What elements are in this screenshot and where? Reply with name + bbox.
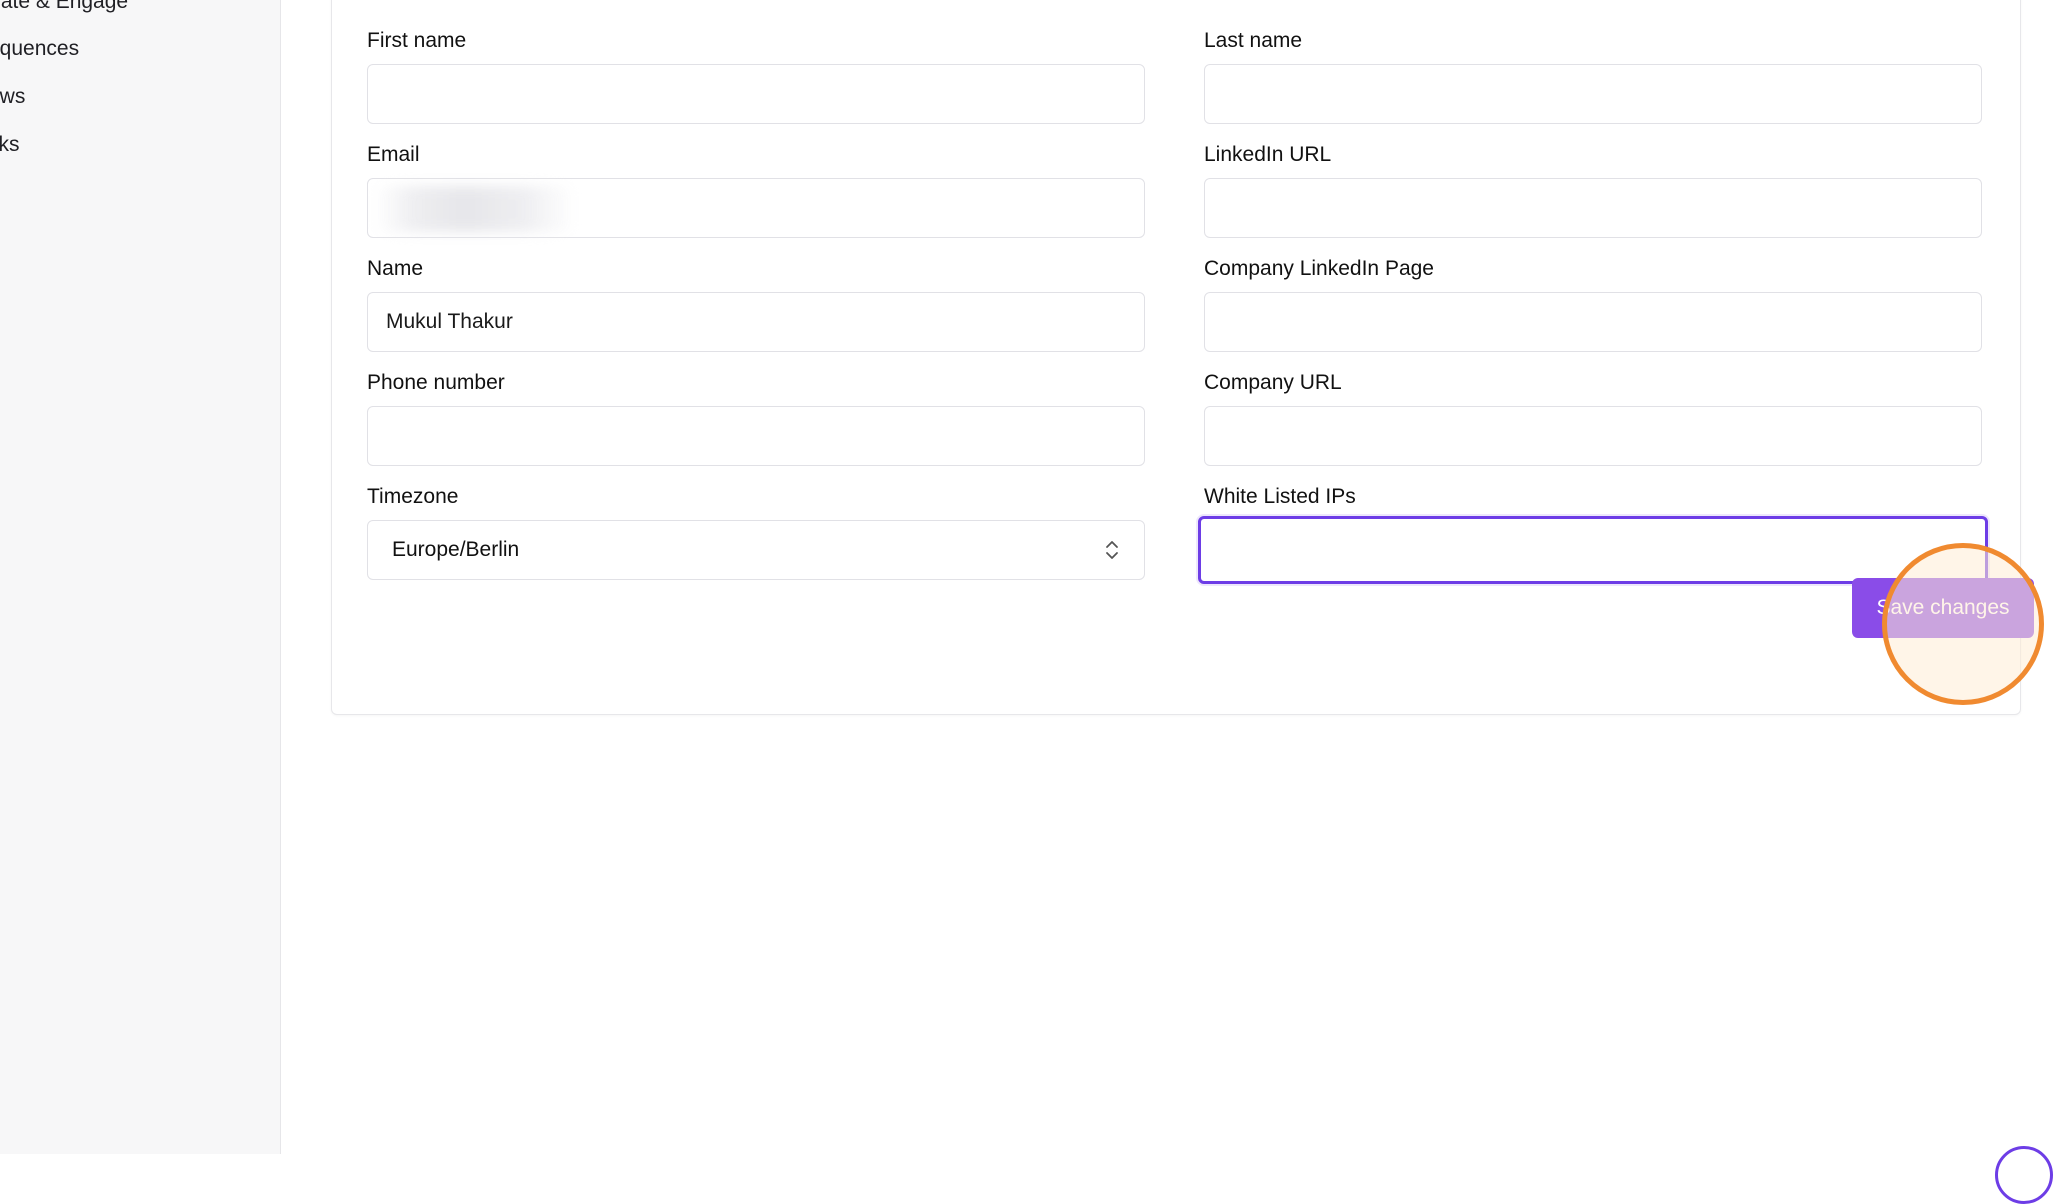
company-url-label: Company URL [1204, 371, 1982, 395]
redacted-email-value [375, 186, 575, 232]
sidebar-item-sequences[interactable]: equences [0, 37, 79, 61]
first-name-input[interactable] [367, 64, 1145, 124]
sidebar-item-orchestrate-engage[interactable]: trate & Engage [0, 0, 128, 14]
name-input[interactable] [367, 292, 1145, 352]
phone-number-field: Phone number [367, 371, 1145, 466]
email-field: Email [367, 143, 1145, 238]
company-linkedin-page-input[interactable] [1204, 292, 1982, 352]
white-listed-ips-input[interactable] [1198, 516, 1988, 584]
company-url-input[interactable] [1204, 406, 1982, 466]
chevron-up-down-icon [1104, 539, 1120, 561]
main-content: First name Last name Email LinkedIn URL … [281, 0, 2065, 1154]
phone-number-input[interactable] [367, 406, 1145, 466]
name-field: Name [367, 257, 1145, 352]
company-url-field: Company URL [1204, 371, 1982, 466]
timezone-select[interactable]: Europe/Berlin [367, 520, 1145, 580]
last-name-input[interactable] [1204, 64, 1982, 124]
linkedin-url-field: LinkedIn URL [1204, 143, 1982, 238]
phone-number-label: Phone number [367, 371, 1145, 395]
white-listed-ips-label: White Listed IPs [1204, 485, 1982, 509]
timezone-label: Timezone [367, 485, 1145, 509]
sidebar: trate & Engage equences ows sks [0, 0, 281, 1154]
company-linkedin-page-label: Company LinkedIn Page [1204, 257, 1982, 281]
white-listed-ips-field: White Listed IPs [1204, 485, 1982, 584]
first-name-label: First name [367, 29, 1145, 53]
last-name-field: Last name [1204, 29, 1982, 124]
first-name-field: First name [367, 29, 1145, 124]
help-chat-icon[interactable] [1995, 1146, 2053, 1204]
company-linkedin-page-field: Company LinkedIn Page [1204, 257, 1982, 352]
save-changes-button[interactable]: Save changes [1852, 578, 2034, 638]
sidebar-item-workflows[interactable]: ows [0, 85, 25, 109]
linkedin-url-input[interactable] [1204, 178, 1982, 238]
timezone-selected-value: Europe/Berlin [392, 538, 519, 562]
last-name-label: Last name [1204, 29, 1982, 53]
sidebar-item-tasks[interactable]: sks [0, 133, 20, 157]
timezone-field: Timezone Europe/Berlin [367, 485, 1145, 580]
linkedin-url-label: LinkedIn URL [1204, 143, 1982, 167]
profile-settings-card: First name Last name Email LinkedIn URL … [331, 0, 2021, 715]
name-label: Name [367, 257, 1145, 281]
email-label: Email [367, 143, 1145, 167]
